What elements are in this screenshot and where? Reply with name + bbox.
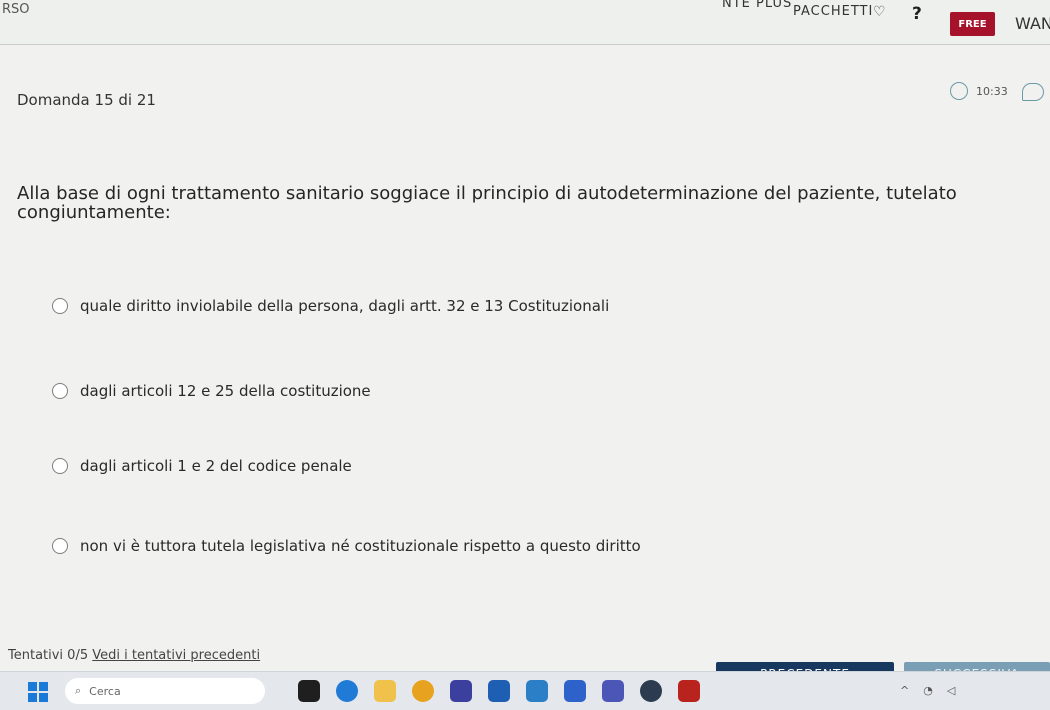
word-icon[interactable] (564, 680, 586, 702)
teams-icon[interactable] (450, 680, 472, 702)
outlook-icon[interactable] (488, 680, 510, 702)
nav-packages-link[interactable]: PACCHETTI (793, 4, 873, 19)
search-placeholder: Cerca (89, 684, 121, 698)
answer-option[interactable]: dagli articoli 12 e 25 della costituzion… (52, 382, 371, 400)
chrome-icon[interactable] (412, 680, 434, 702)
chat-icon[interactable] (1022, 83, 1044, 101)
windows-start-icon[interactable] (28, 682, 48, 702)
answer-label: non vi è tuttora tutela legislativa né c… (80, 537, 641, 555)
timer: 10:33 (950, 82, 1008, 100)
attempts-info: Tentativi 0/5 Vedi i tentativi precedent… (8, 648, 260, 663)
timer-value: 10:33 (976, 84, 1008, 98)
answer-label: dagli articoli 1 e 2 del codice penale (80, 457, 352, 475)
answer-option[interactable]: quale diritto inviolabile della persona,… (52, 297, 609, 315)
radio-button[interactable] (52, 383, 68, 399)
folder-icon[interactable] (374, 680, 396, 702)
brand-text: RSO (2, 2, 30, 17)
system-tray: ^ ◔ ◁ (900, 684, 955, 697)
help-icon[interactable]: ? (912, 4, 922, 24)
answer-label: quale diritto inviolabile della persona,… (80, 297, 610, 315)
wifi-icon[interactable]: ◔ (923, 684, 933, 697)
chevron-up-icon[interactable]: ^ (900, 684, 909, 697)
radio-button[interactable] (52, 458, 68, 474)
clock-icon (950, 82, 968, 100)
free-badge[interactable]: FREE (950, 12, 995, 36)
app-icon[interactable] (298, 680, 320, 702)
calendar-icon[interactable] (526, 680, 548, 702)
taskbar-search[interactable]: ⌕ Cerca (65, 678, 265, 704)
volume-icon[interactable]: ◁ (947, 684, 955, 697)
answer-option[interactable]: non vi è tuttora tutela legislativa né c… (52, 537, 641, 555)
nav-plus-link[interactable]: NTE PLUS (722, 0, 792, 11)
radio-button[interactable] (52, 538, 68, 554)
edge-icon[interactable] (336, 680, 358, 702)
attempts-count: Tentativi 0/5 (8, 648, 89, 663)
teams-app-icon[interactable] (602, 680, 624, 702)
favorites-icon[interactable]: ♡ (873, 4, 886, 20)
question-text: Alla base di ogni trattamento sanitario … (17, 183, 957, 223)
question-progress: Domanda 15 di 21 (17, 91, 156, 109)
radio-button[interactable] (52, 298, 68, 314)
taskbar-apps (298, 680, 700, 702)
taskbar: ⌕ Cerca ^ ◔ ◁ (0, 671, 1050, 710)
answer-option[interactable]: dagli articoli 1 e 2 del codice penale (52, 457, 352, 475)
search-icon: ⌕ (75, 684, 82, 697)
answer-label: dagli articoli 12 e 25 della costituzion… (80, 382, 371, 400)
acrobat-icon[interactable] (678, 680, 700, 702)
user-name[interactable]: WAN (1015, 14, 1050, 33)
top-bar: RSO NTE PLUS PACCHETTI ♡ ? FREE WAN (0, 0, 1050, 45)
store-icon[interactable] (640, 680, 662, 702)
previous-attempts-link[interactable]: Vedi i tentativi precedenti (92, 648, 260, 663)
